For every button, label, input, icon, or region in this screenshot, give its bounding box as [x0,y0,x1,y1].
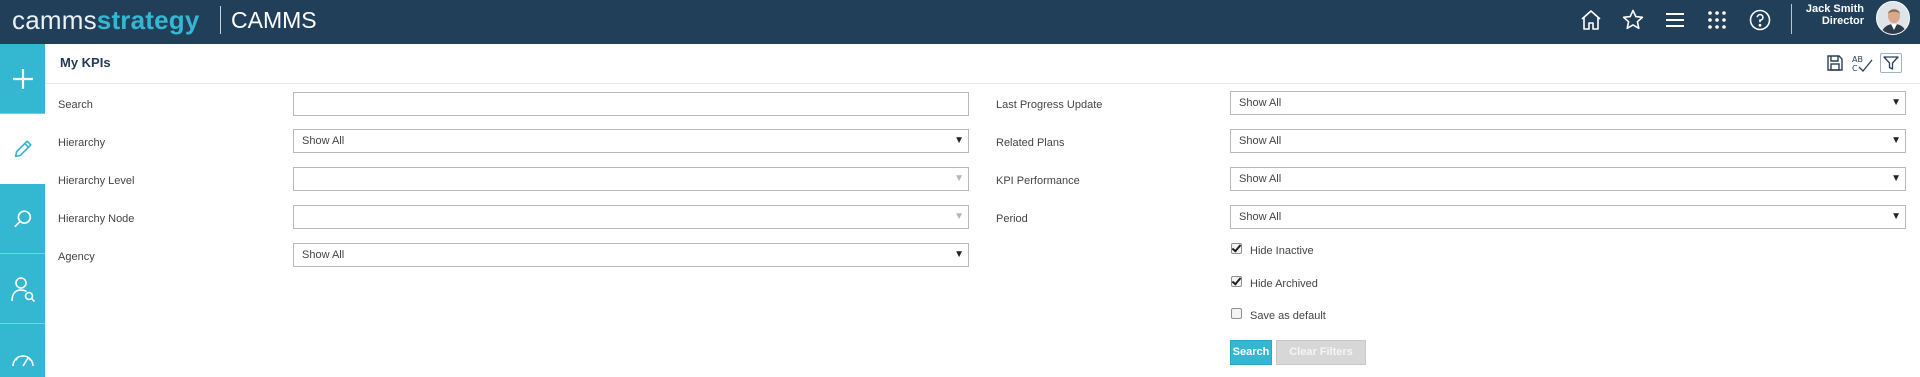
hierarchy-node-select[interactable]: ▼ [293,205,969,229]
app-name: CAMMS [231,7,317,33]
hierarchy-node-label: Hierarchy Node [58,213,135,225]
last-progress-update-select[interactable]: Show All ▼ [1230,91,1906,115]
save-icon[interactable] [1824,53,1846,73]
last-progress-update-label: Last Progress Update [996,99,1103,111]
related-plans-label: Related Plans [996,137,1065,149]
hierarchy-level-label: Hierarchy Level [58,175,135,187]
header-divider [45,83,1920,84]
dropdown-arrow-icon: ▼ [954,173,964,184]
save-as-default-label: Save as default [1250,310,1326,322]
kpi-performance-label: KPI Performance [996,175,1080,187]
user-photo-icon [1877,2,1909,34]
dropdown-arrow-icon: ▼ [954,249,964,260]
search-label: Search [58,99,93,111]
home-icon[interactable] [1579,8,1603,32]
svg-text:AB: AB [1852,55,1863,64]
sidebar-item-add[interactable] [0,44,45,114]
hierarchy-label: Hierarchy [58,137,106,149]
related-plans-select-value: Show All [1239,135,1282,147]
filter-toggle-button[interactable] [1880,53,1902,73]
hierarchy-select[interactable]: Show All ▼ [293,129,969,153]
sidebar-item-people[interactable] [0,254,45,324]
hierarchy-level-select[interactable]: ▼ [293,167,969,191]
hide-inactive-label: Hide Inactive [1250,245,1314,257]
user-name[interactable]: Jack Smith [1806,3,1864,15]
gauge-icon [11,354,34,366]
sidebar-item-edit[interactable] [0,114,45,184]
agency-select-value: Show All [302,249,345,261]
kpi-performance-select[interactable]: Show All ▼ [1230,167,1906,191]
related-plans-select[interactable]: Show All ▼ [1230,129,1906,153]
agency-select[interactable]: Show All ▼ [293,243,969,267]
dropdown-arrow-icon: ▼ [954,135,964,146]
last-progress-update-select-value: Show All [1239,97,1282,109]
dropdown-arrow-icon: ▼ [1891,135,1901,146]
user-role: Director [1821,15,1864,27]
search-input[interactable] [293,92,969,116]
page-title: My KPIs [60,55,111,70]
dropdown-arrow-icon: ▼ [1891,97,1901,108]
sidebar-item-search[interactable] [0,184,45,254]
dropdown-arrow-icon: ▼ [1891,211,1901,222]
hide-archived-label: Hide Archived [1250,278,1318,290]
dropdown-arrow-icon: ▼ [1891,173,1901,184]
user-separator [1791,4,1792,34]
pencil-icon [14,139,32,157]
svg-text:C: C [1852,64,1858,73]
star-icon[interactable] [1621,8,1645,32]
plus-icon [12,68,33,89]
dropdown-arrow-icon: ▼ [954,211,964,222]
left-sidebar [0,44,45,377]
period-select-value: Show All [1239,211,1282,223]
agency-label: Agency [58,251,95,263]
help-icon[interactable] [1748,8,1772,32]
user-search-icon [10,276,35,302]
hide-archived-checkbox[interactable] [1231,276,1242,287]
kpi-performance-select-value: Show All [1239,173,1282,185]
save-as-default-checkbox[interactable] [1231,308,1242,319]
period-label: Period [996,213,1028,225]
sidebar-item-dashboard[interactable] [0,324,45,377]
search-button[interactable]: Search [1230,340,1272,365]
filter-icon [1883,56,1899,70]
hierarchy-select-value: Show All [302,135,345,147]
period-select[interactable]: Show All ▼ [1230,205,1906,229]
clear-filters-button[interactable]: Clear Filters [1276,340,1366,365]
hide-inactive-checkbox[interactable] [1231,243,1242,254]
spell-check-icon[interactable]: AB C [1851,53,1873,73]
camms-strategy-logo[interactable]: cammsstrategy [12,4,200,36]
logo-divider [220,6,221,34]
avatar[interactable] [1876,1,1910,35]
apps-grid-icon[interactable] [1705,8,1729,32]
top-navigation-bar: cammsstrategy CAMMS Jack Smith Director [0,0,1920,44]
search-icon [13,209,31,227]
menu-icon[interactable] [1663,8,1687,32]
